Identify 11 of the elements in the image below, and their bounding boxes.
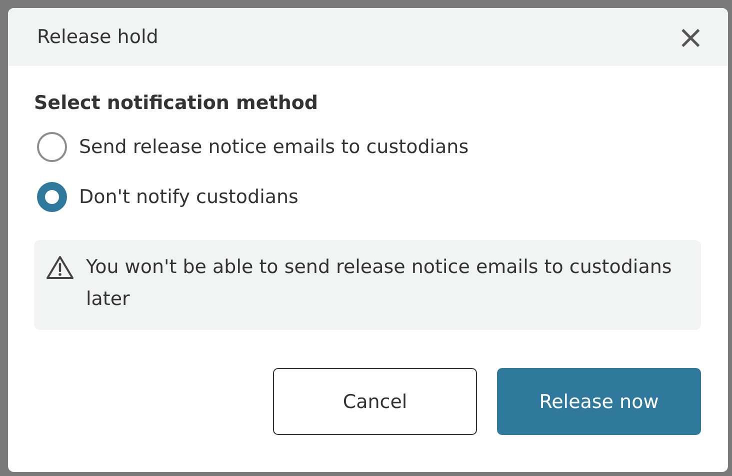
- option-label: Send release notice emails to custodians: [79, 136, 469, 158]
- close-button[interactable]: ×: [673, 21, 708, 53]
- radio-button[interactable]: [37, 132, 67, 162]
- radio-button[interactable]: [37, 182, 67, 212]
- warning-text: You won't be able to send release notice emails to custodians later: [86, 255, 673, 312]
- cancel-button[interactable]: Cancel: [273, 368, 477, 435]
- section-title: Select notification method: [34, 92, 320, 114]
- option-label: Don't notify custodians: [79, 186, 298, 208]
- warning-icon: [46, 255, 74, 280]
- dialog-title: Release hold: [37, 26, 158, 48]
- release-button[interactable]: Release now: [497, 368, 701, 435]
